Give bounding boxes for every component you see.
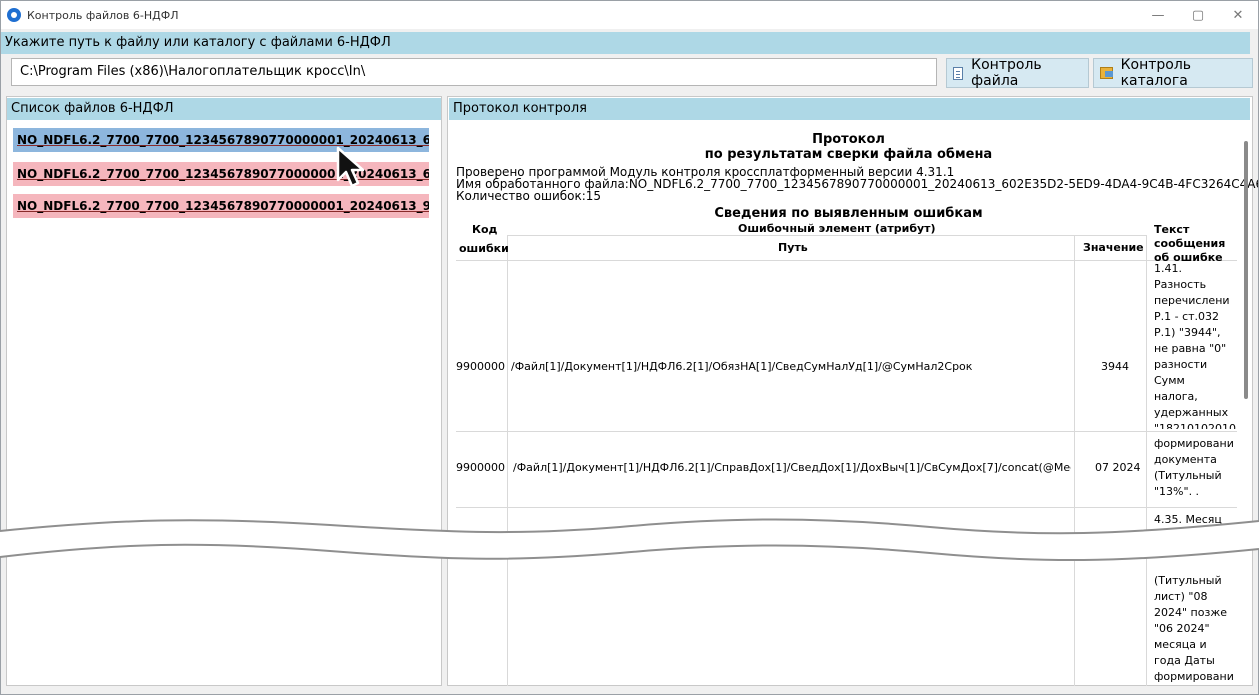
file-name: NO_NDFL6.2_7700_7700_1234567890770000001…: [17, 199, 429, 213]
code-header-2: ошибки: [459, 242, 509, 255]
title-bar: Контроль файлов 6-НДФЛ — ▢ ✕: [1, 1, 1258, 29]
mouse-cursor-icon: [336, 146, 365, 188]
error-value-cell: 07 2024: [1095, 461, 1141, 474]
error-path-cell: /Файл[1]/Документ[1]/НДФЛ6.2[1]/СправДох…: [513, 461, 1071, 474]
folder-icon: [1100, 67, 1113, 79]
vertical-scrollbar[interactable]: [1244, 141, 1248, 399]
document-icon: [953, 66, 964, 80]
file-name: NO_NDFL6.2_7700_7700_1234567890770000001…: [17, 133, 429, 147]
close-button[interactable]: ✕: [1218, 1, 1258, 29]
error-value-cell: 3944: [1101, 360, 1129, 373]
maximize-button[interactable]: ▢: [1178, 1, 1218, 29]
check-file-label: Контроль файла: [971, 57, 1042, 89]
path-header: Путь: [778, 241, 808, 254]
value-header: Значение: [1083, 241, 1144, 254]
error-message-cell: формировани документа (Титульный "13%". …: [1154, 437, 1234, 498]
status-bar: [1, 686, 1258, 694]
report-title: Протокол: [812, 132, 885, 147]
path-input[interactable]: C:\Program Files (x86)\Налогоплательщик …: [11, 58, 937, 86]
error-code-cell: 9900000: [456, 360, 505, 373]
error-path-cell: /Файл[1]/Документ[1]/НДФЛ6.2[1]/ОбязНА[1…: [511, 360, 973, 373]
check-folder-label: Контроль каталога: [1120, 57, 1192, 89]
path-section-label: Укажите путь к файлу или каталогу с файл…: [1, 32, 1250, 54]
window-title: Контроль файлов 6-НДФЛ: [27, 8, 179, 22]
app-logo-icon: [7, 8, 21, 22]
file-list-item[interactable]: NO_NDFL6.2_7700_7700_1234567890770000001…: [13, 194, 429, 218]
torn-edge-overlay: [0, 518, 1259, 562]
files-panel-label: Список файлов 6-НДФЛ: [7, 98, 441, 120]
error-message-cell: 1.41. Разность перечислени Р.1 - ст.032 …: [1154, 262, 1237, 429]
error-count-line: Количество ошибок:15: [456, 189, 602, 203]
app-window: Контроль файлов 6-НДФЛ — ▢ ✕ Укажите пут…: [0, 0, 1259, 695]
check-folder-button[interactable]: Контроль каталога: [1093, 57, 1253, 89]
check-file-button[interactable]: Контроль файла: [946, 57, 1089, 89]
report-subtitle: по результатам сверки файла обмена: [704, 147, 993, 162]
element-header: Ошибочный элемент (атрибут): [738, 222, 936, 235]
errors-section-title: Сведения по выявленным ошибкам: [714, 206, 983, 221]
protocol-panel-label: Протокол контроля: [449, 98, 1250, 120]
minimize-button[interactable]: —: [1138, 1, 1178, 29]
message-header: Текст сообщения об ошибке: [1154, 223, 1226, 264]
error-message-cell: (Титульный лист) "08 2024" позже "06 202…: [1154, 574, 1234, 683]
error-code-cell: 9900000: [456, 461, 505, 474]
code-header: Код: [472, 223, 498, 236]
